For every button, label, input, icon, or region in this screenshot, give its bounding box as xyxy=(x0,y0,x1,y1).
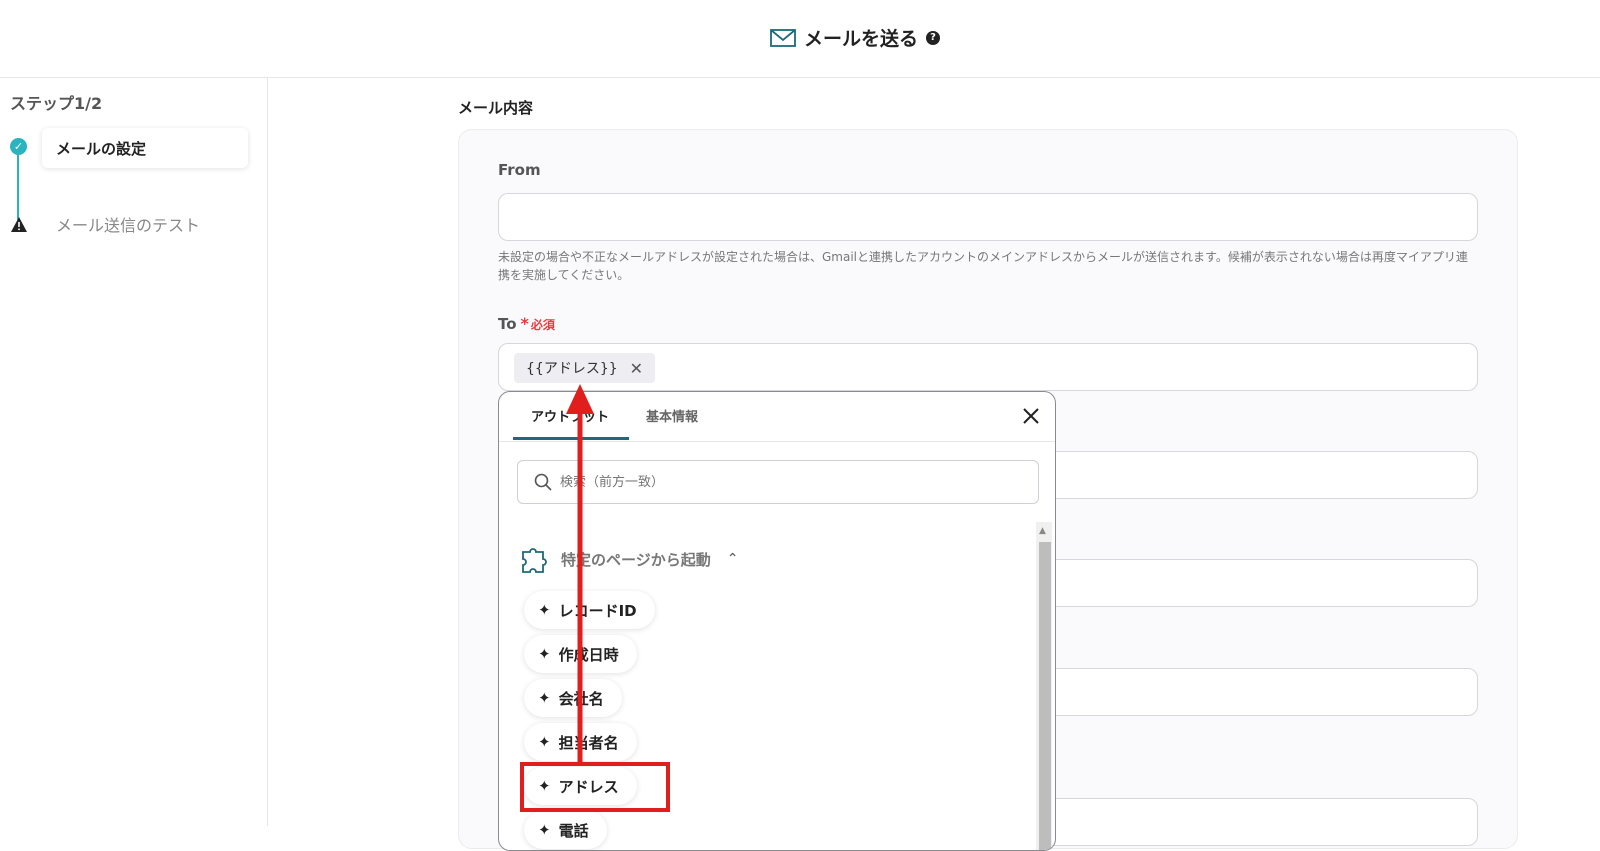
list-item-label: 担当者名 xyxy=(558,733,619,752)
step-item-mail-test[interactable]: メール送信のテスト xyxy=(56,212,200,236)
list-item-label: 電話 xyxy=(558,821,589,840)
step-counter: ステップ1/2 xyxy=(10,94,103,113)
tab-output[interactable]: アウトプット xyxy=(531,406,609,425)
field-4[interactable] xyxy=(1040,559,1478,607)
from-label: From xyxy=(498,161,541,179)
puzzle-icon: ✦ xyxy=(538,689,551,707)
from-field[interactable] xyxy=(498,193,1478,241)
header: メールを送る ? xyxy=(0,0,1600,78)
page-title: メールを送る ? xyxy=(770,24,941,51)
to-chip-label: {{アドレス}} xyxy=(526,361,618,377)
mail-icon xyxy=(770,28,796,47)
list-item-label: 作成日時 xyxy=(558,645,619,664)
search-input[interactable] xyxy=(560,474,1000,490)
sidebar: ステップ1/2 ✓ メールの設定 メール送信のテスト xyxy=(0,78,268,826)
puzzle-icon: ✦ xyxy=(538,601,551,619)
tab-basic-info[interactable]: 基本情報 xyxy=(646,406,698,425)
scrollbar-thumb[interactable] xyxy=(1039,542,1051,850)
close-icon[interactable]: ✕ xyxy=(630,359,643,378)
search-icon xyxy=(534,473,552,491)
puzzle-icon: ✦ xyxy=(538,821,551,839)
page-title-text: メールを送る xyxy=(804,28,919,50)
picker-tabs: アウトプット 基本情報 xyxy=(499,392,1055,442)
highlight-box xyxy=(520,762,670,812)
warning-icon xyxy=(11,217,27,232)
required-mark: * xyxy=(520,314,529,333)
group-header[interactable]: 特定のページから起動 ⌃ xyxy=(517,542,738,576)
chevron-up-icon[interactable]: ⌃ xyxy=(727,551,739,567)
to-chip[interactable]: {{アドレス}} ✕ xyxy=(514,353,656,383)
puzzle-icon: ✦ xyxy=(538,645,551,663)
puzzle-icon: ✦ xyxy=(538,733,551,751)
field-3[interactable] xyxy=(1040,451,1478,499)
to-label-text: To xyxy=(498,315,517,333)
required-label: 必須 xyxy=(530,318,555,332)
to-label: To * 必須 xyxy=(498,314,555,333)
field-5[interactable] xyxy=(1040,668,1478,716)
list-item[interactable]: ✦ 会社名 xyxy=(524,679,622,717)
from-help-text: 未設定の場合や不正なメールアドレスが設定された場合は、Gmailと連携したアカウ… xyxy=(498,250,1468,282)
list-item[interactable]: ✦ レコードID xyxy=(524,591,655,629)
check-icon: ✓ xyxy=(10,138,27,155)
list-item-label: 会社名 xyxy=(558,689,604,708)
section-title: メール内容 xyxy=(458,99,534,117)
step-connector xyxy=(17,148,19,220)
search-box xyxy=(517,460,1039,504)
puzzle-icon xyxy=(522,548,547,573)
list-item[interactable]: ✦ 作成日時 xyxy=(524,635,637,673)
help-icon[interactable]: ? xyxy=(926,30,941,45)
scroll-up-arrow[interactable]: ▲ xyxy=(1039,526,1046,536)
list-item[interactable]: ✦ 電話 xyxy=(524,811,607,849)
list-item-label: レコードID xyxy=(558,601,637,620)
field-6[interactable] xyxy=(1040,798,1478,846)
close-icon[interactable] xyxy=(1019,404,1043,428)
step-item-mail-settings[interactable]: メールの設定 xyxy=(42,128,248,168)
tab-underline xyxy=(513,437,629,440)
group-label: 特定のページから起動 xyxy=(561,550,711,569)
list-item[interactable]: ✦ 担当者名 xyxy=(524,723,637,761)
